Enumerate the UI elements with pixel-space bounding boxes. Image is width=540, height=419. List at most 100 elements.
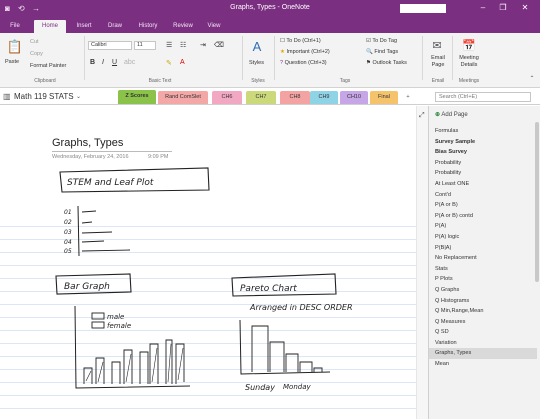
ink-drawing: STEM and Leaf Plot 01 02 03 04 05 Bar Gr… (55, 167, 353, 392)
page-list-item[interactable]: Q Histograms (429, 296, 537, 307)
stem-value: 02 (64, 219, 72, 226)
bold-icon[interactable]: B (90, 59, 95, 66)
page-list-item[interactable]: P(A) (429, 221, 537, 232)
strikethrough-icon[interactable]: abc (124, 59, 135, 66)
page-list-item[interactable]: Mean (429, 359, 537, 370)
page-list-item[interactable]: No Replacement (429, 253, 537, 264)
font-color-icon[interactable]: A (180, 59, 185, 66)
page-list-item[interactable]: Q Min,Range,Mean (429, 306, 537, 317)
page-list-item[interactable]: Formulas (429, 126, 537, 137)
minimize-button[interactable]: – (476, 2, 490, 14)
tab-review[interactable]: Review (168, 20, 198, 33)
section-tab[interactable]: CH7 (246, 91, 276, 104)
section-tab[interactable]: CH6 (212, 91, 242, 104)
ribbon-tab-row: File Home Insert Draw History Review Vie… (0, 18, 540, 33)
tab-view[interactable]: View (202, 20, 226, 33)
account-box[interactable] (400, 4, 446, 13)
page-list-item[interactable]: At Least ONE (429, 179, 537, 190)
ribbon: 📋 Paste Cut Copy Format Painter Clipboar… (0, 33, 540, 88)
page-list-item[interactable]: Stats (429, 264, 537, 275)
page-list-item[interactable]: P Plots (429, 274, 537, 285)
page-list-item[interactable]: Q SD (429, 327, 537, 338)
clear-formatting-icon[interactable]: ⌫ (214, 41, 224, 49)
cut-button[interactable]: Cut (30, 39, 39, 45)
maximize-button[interactable]: ❐ (496, 2, 510, 14)
tab-file[interactable]: File (4, 20, 26, 33)
page-list-item[interactable]: Survey Sample (429, 137, 537, 148)
section-tab[interactable]: CH8 (280, 91, 310, 104)
add-page-button[interactable]: ⊕ Add Page (429, 108, 540, 122)
email-page-button[interactable]: Email Page (430, 55, 446, 69)
section-tab[interactable]: Rand ComSlet (158, 91, 208, 104)
todo-tag-label: To Do (Ctrl+1) (286, 38, 321, 44)
meeting-icon[interactable]: 📅 (458, 39, 480, 52)
tab-history[interactable]: History (132, 20, 164, 33)
page-scrollbar[interactable]: ⤢ (416, 106, 428, 419)
page-list-item[interactable]: Q Measures (429, 317, 537, 328)
legend-swatch (91, 321, 105, 329)
italic-icon[interactable]: I (102, 59, 104, 66)
legend-female: female (107, 322, 131, 330)
page-list-item[interactable]: P(B|A) (429, 243, 537, 254)
underline-icon[interactable]: U (112, 59, 117, 66)
add-section-button[interactable]: + (402, 91, 414, 104)
ribbon-separator (84, 36, 85, 80)
legend-swatch (91, 312, 105, 320)
search-input[interactable]: Search (Ctrl+E) (435, 92, 531, 102)
indent-icon[interactable]: ⇥ (200, 41, 206, 49)
chevron-down-icon[interactable]: ⌄ (76, 93, 81, 100)
pareto-note: Arranged in DESC ORDER (249, 303, 353, 312)
question-tag-item[interactable]: ? Question (Ctrl+3) (280, 60, 327, 66)
page-list-item[interactable]: Cont'd (429, 190, 537, 201)
tab-insert[interactable]: Insert (70, 20, 98, 33)
collapse-ribbon-icon[interactable]: ⌃ (528, 75, 536, 82)
todo-tag-button[interactable]: ☑ To Do Tag (366, 38, 397, 44)
todo-tag-item[interactable]: ☐ To Do (Ctrl+1) (280, 38, 321, 44)
page-list-item[interactable]: P(A) logic (429, 232, 537, 243)
ribbon-separator (452, 36, 453, 80)
leaf-strokes (81, 210, 131, 252)
page-list-item[interactable]: Graphs, Types (429, 348, 537, 360)
page-list-item[interactable]: Probability (429, 168, 537, 179)
pages-scrollbar[interactable] (535, 122, 539, 282)
tab-draw[interactable]: Draw (102, 20, 128, 33)
important-tag-item[interactable]: ★ Important (Ctrl+2) (280, 49, 330, 55)
copy-button[interactable]: Copy (30, 51, 43, 57)
pareto-x-label: Monday (283, 383, 311, 391)
stem-value: 01 (64, 209, 72, 216)
bullets-icon[interactable]: ☰ (166, 41, 172, 49)
question-tag-label: Question (Ctrl+3) (284, 60, 327, 66)
page-list-item[interactable]: P(A or B) contd (429, 211, 537, 222)
tab-home[interactable]: Home (34, 20, 66, 33)
meeting-details-button[interactable]: Meeting Details (454, 55, 484, 69)
page-list-item[interactable]: Probability (429, 158, 537, 169)
notebook-name[interactable]: Math 119 STATS (14, 92, 74, 101)
paste-button[interactable]: Paste (5, 59, 19, 65)
section-tab[interactable]: CH10 (340, 91, 368, 104)
close-button[interactable]: ✕ (518, 2, 532, 14)
stem-leaf-label: STEM and Leaf Plot (67, 178, 154, 188)
styles-button[interactable]: Styles (249, 60, 264, 66)
font-name-box[interactable]: Calibri (88, 41, 132, 50)
basic-text-group-label: Basic Text (148, 78, 172, 84)
clipboard-icon[interactable]: 📋 (6, 39, 24, 55)
format-painter-button[interactable]: Format Painter (30, 63, 66, 69)
email-icon[interactable]: ✉ (428, 39, 446, 52)
numbering-icon[interactable]: ☷ (180, 41, 186, 49)
font-size-box[interactable]: 11 (134, 41, 156, 50)
page-list-item[interactable]: Variation (429, 338, 537, 349)
outlook-tasks-button[interactable]: ⚑ Outlook Tasks (366, 60, 407, 66)
page-list-item[interactable]: P(A or B) (429, 200, 537, 211)
notebook-icon[interactable]: ▥ (3, 92, 11, 101)
section-tab[interactable]: CH9 (310, 91, 338, 104)
tags-group-label: Tags (339, 78, 351, 84)
expand-icon[interactable]: ⤢ (419, 112, 425, 120)
page-list-item[interactable]: Bias Survey (429, 147, 537, 158)
page-canvas[interactable]: Graphs, Types Wednesday, February 24, 20… (0, 106, 428, 419)
section-tab[interactable]: Final (370, 91, 398, 104)
page-list-item[interactable]: Q Graphs (429, 285, 537, 296)
styles-icon[interactable]: A (248, 39, 266, 54)
find-tags-button[interactable]: 🔍 Find Tags (366, 49, 398, 55)
section-tab[interactable]: Z Scores (118, 90, 156, 104)
highlight-icon[interactable]: ✎ (166, 59, 172, 67)
